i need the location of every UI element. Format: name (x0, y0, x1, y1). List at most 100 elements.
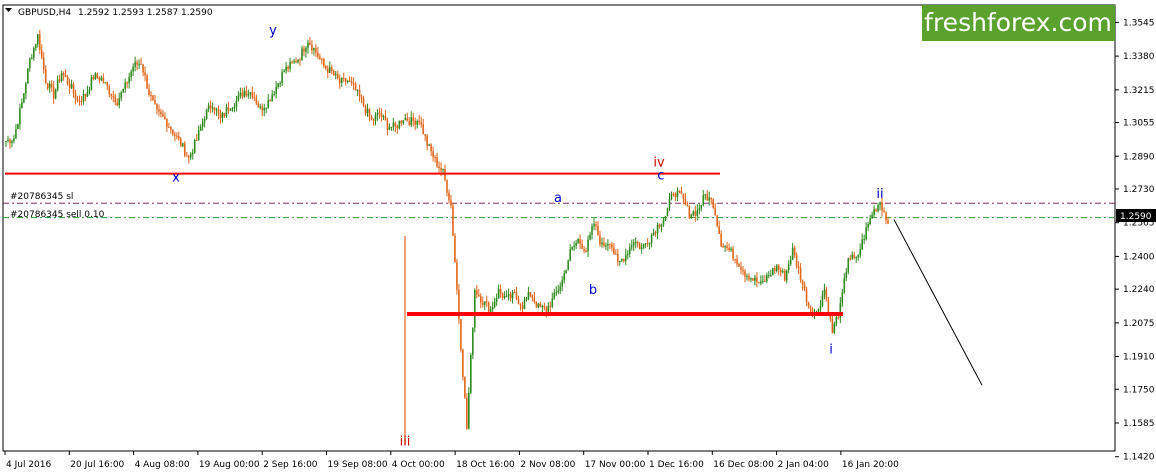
symbol-label: GBPUSD,H4 (18, 8, 71, 18)
candle-body (400, 120, 403, 124)
candle-body (559, 286, 562, 291)
candle-body (86, 91, 89, 97)
candle-body (700, 205, 703, 209)
candle-body (853, 254, 856, 258)
candle-body (771, 268, 774, 276)
candle-body (430, 144, 432, 152)
candle-body (491, 306, 494, 310)
candle-body (595, 224, 597, 226)
candle-body (406, 118, 409, 122)
candle-body (621, 259, 623, 261)
candle-body (360, 96, 363, 99)
candle-body (766, 275, 768, 282)
candle-body (142, 64, 144, 73)
candle-body (615, 253, 617, 255)
candle-body (319, 56, 321, 59)
wave-label-ii: ii (876, 187, 883, 202)
candle-body (869, 218, 871, 225)
candle-body (585, 251, 587, 253)
candle-body (501, 293, 504, 298)
candle-body (760, 281, 762, 284)
candle-body (664, 216, 667, 220)
candle-body (279, 83, 281, 85)
candle-body (436, 157, 438, 167)
candle-body (867, 224, 869, 228)
candle-body (690, 214, 693, 218)
candle-body (481, 302, 484, 305)
candle-body (5, 141, 7, 143)
candle-body (756, 277, 758, 283)
candle-body (193, 139, 196, 153)
y-tick-label: 1.2400 (1123, 252, 1155, 262)
candle-body (708, 197, 711, 201)
candle-body (529, 291, 532, 296)
candle-body (728, 247, 730, 251)
candle-body (464, 376, 466, 399)
y-tick-label: 1.3545 (1123, 18, 1155, 28)
candle-body (831, 318, 834, 333)
candle-body (438, 166, 440, 168)
candle-body (678, 190, 681, 192)
chart-background (0, 0, 1156, 476)
candle-body (366, 108, 369, 114)
candle-body (402, 120, 405, 124)
candle-body (42, 57, 45, 70)
candle-body (305, 47, 307, 52)
candle-body (424, 134, 426, 136)
candle-body (273, 93, 275, 95)
candle-body (25, 83, 27, 94)
candle-body (368, 108, 371, 117)
candle-body (706, 194, 709, 201)
candle-body (861, 239, 863, 250)
candle-body (414, 120, 417, 125)
candle-body (638, 243, 641, 249)
candle-body (299, 59, 301, 61)
candle-body (80, 101, 83, 103)
candle-body (98, 77, 101, 81)
candle-body (698, 208, 701, 211)
candle-body (344, 78, 347, 82)
candle-body (104, 82, 107, 84)
candle-body (229, 109, 232, 111)
candle-body (773, 268, 776, 271)
y-tick-label: 1.2240 (1123, 285, 1155, 295)
candle-body (126, 82, 128, 84)
candle-body (797, 266, 800, 269)
candle-body (487, 302, 490, 312)
candle-body (696, 210, 699, 216)
candle-body (744, 271, 746, 277)
candle-body (311, 44, 313, 51)
candle-body (672, 193, 675, 195)
candle-body (692, 211, 695, 215)
candle-body (470, 354, 472, 393)
candle-body (714, 207, 716, 216)
candle-body (841, 291, 844, 304)
wave-label-a: a (554, 191, 562, 206)
candle-body (591, 226, 593, 235)
candle-body (378, 112, 381, 114)
candle-body (859, 249, 861, 256)
candle-body (275, 86, 277, 94)
candle-body (259, 106, 262, 108)
candle-body (384, 115, 387, 121)
candle-body (211, 107, 214, 109)
candle-body (76, 99, 79, 101)
candle-body (742, 269, 744, 272)
candle-body (297, 59, 299, 63)
candle-body (287, 66, 289, 69)
candle-body (712, 199, 714, 208)
candle-body (52, 87, 55, 99)
candle-body (619, 260, 621, 262)
y-tick-label: 1.3380 (1123, 52, 1155, 62)
candle-body (833, 324, 836, 333)
candle-body (231, 107, 234, 110)
candle-body (589, 234, 591, 240)
candle-body (68, 83, 71, 88)
candle-body (456, 262, 458, 290)
candle-body (434, 157, 436, 159)
candle-body (191, 152, 194, 155)
candle-body (203, 118, 206, 122)
candle-body (162, 114, 164, 117)
candle-body (736, 259, 738, 265)
candle-body (283, 70, 285, 73)
